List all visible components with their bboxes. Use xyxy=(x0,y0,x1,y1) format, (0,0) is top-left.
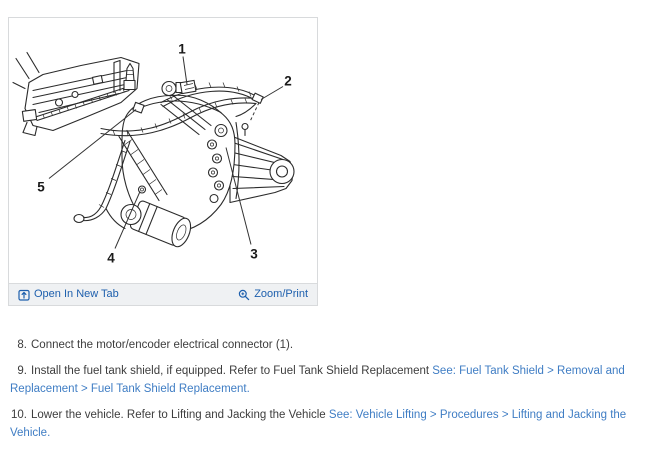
callout-label-2: 2 xyxy=(284,74,292,89)
step-text: Install the fuel tank shield, if equippe… xyxy=(31,365,433,377)
step-item-9: 9. Install the fuel tank shield, if equip… xyxy=(10,362,642,398)
callout-label-4: 4 xyxy=(107,251,115,266)
figure-viewer: 1 2 3 4 5 Open In New Tab Zoom/Print xyxy=(8,17,318,306)
output-cone-art xyxy=(229,122,295,204)
zoom-print-link[interactable]: Zoom/Print xyxy=(238,289,308,301)
transfer-case-diagram: 1 2 3 4 5 xyxy=(12,42,295,266)
step-number: 10. xyxy=(11,409,27,421)
callout-label-3: 3 xyxy=(250,247,258,262)
open-in-new-tab-link[interactable]: Open In New Tab xyxy=(18,289,119,301)
step-number: 9. xyxy=(17,365,27,377)
callout-label-5: 5 xyxy=(37,180,45,195)
figure-canvas: 1 2 3 4 5 xyxy=(9,18,317,283)
open-in-new-tab-icon xyxy=(18,289,30,301)
step-number: 8. xyxy=(17,339,27,351)
step-item-10: 10. Lower the vehicle. Refer to Lifting a… xyxy=(10,406,642,442)
callout-label-1: 1 xyxy=(178,42,186,57)
step-item-8: 8. Connect the motor/encoder electrical c… xyxy=(10,336,642,354)
zoom-icon xyxy=(238,289,250,301)
step-text: Lower the vehicle. Refer to Lifting and … xyxy=(31,409,329,421)
zoom-print-label: Zoom/Print xyxy=(254,288,308,300)
open-in-new-tab-label: Open In New Tab xyxy=(34,288,119,300)
instruction-steps: 8. Connect the motor/encoder electrical c… xyxy=(10,336,642,450)
step-text: Connect the motor/encoder electrical con… xyxy=(31,339,294,351)
figure-footer: Open In New Tab Zoom/Print xyxy=(9,283,317,305)
case-art xyxy=(118,94,240,248)
